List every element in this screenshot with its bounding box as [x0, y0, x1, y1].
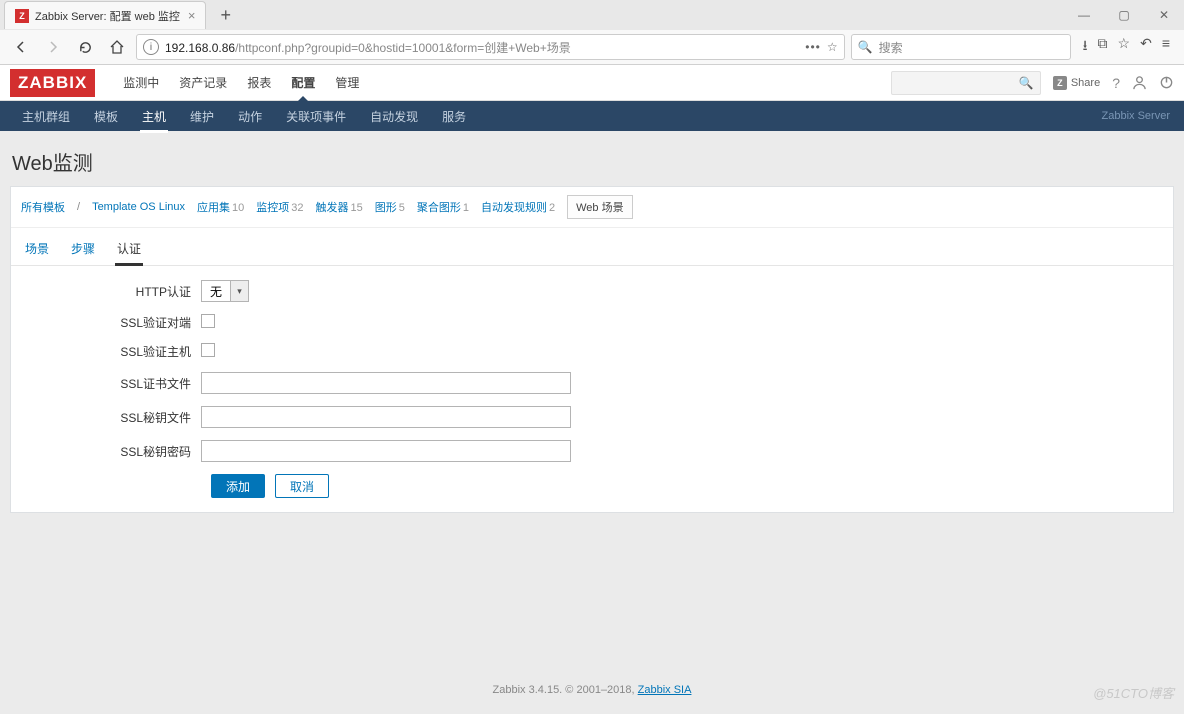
- sub-nav-actions[interactable]: 动作: [226, 100, 274, 133]
- bookmark-star-icon[interactable]: ☆: [827, 40, 838, 54]
- top-menu-monitoring[interactable]: 监测中: [113, 64, 169, 101]
- bc-triggers[interactable]: 触发器: [316, 202, 349, 214]
- back-button[interactable]: [8, 34, 34, 60]
- home-icon: [109, 39, 125, 55]
- footer: Zabbix 3.4.15. © 2001–2018, Zabbix SIA: [0, 684, 1184, 696]
- ssl-key-file-label: SSL秘钥文件: [23, 409, 201, 426]
- top-menu: 监测中 资产记录 报表 配置 管理: [113, 64, 369, 101]
- bookmark-toolbar-icon[interactable]: ☆: [1118, 35, 1131, 59]
- url-text: 192.168.0.86/httpconf.php?groupid=0&host…: [165, 39, 799, 56]
- search-placeholder: 搜索: [879, 39, 903, 56]
- tab-close-icon[interactable]: ×: [188, 8, 196, 23]
- browser-nav-bar: i 192.168.0.86/httpconf.php?groupid=0&ho…: [0, 30, 1184, 64]
- browser-chrome: Z Zabbix Server: 配置 web 监控 × + — ▢ ✕ i 1…: [0, 0, 1184, 65]
- breadcrumb-root[interactable]: 所有模板: [21, 199, 65, 215]
- browser-toolbar: ⭳ ⧉ ☆ ↶ ≡: [1077, 35, 1176, 59]
- http-auth-select[interactable]: 无 ▾: [201, 280, 249, 302]
- reload-icon: [78, 40, 93, 55]
- browser-search-input[interactable]: 🔍 搜索: [851, 34, 1071, 60]
- top-menu-reports[interactable]: 报表: [237, 64, 281, 101]
- url-bar[interactable]: i 192.168.0.86/httpconf.php?groupid=0&ho…: [136, 34, 845, 60]
- forward-button[interactable]: [40, 34, 66, 60]
- cancel-button[interactable]: 取消: [275, 474, 329, 498]
- form-tabs: 场景 步骤 认证: [11, 228, 1173, 266]
- sub-nav-maintenance[interactable]: 维护: [178, 100, 226, 133]
- ssl-key-password-input[interactable]: [201, 440, 571, 462]
- ssl-verify-host-label: SSL验证主机: [23, 343, 201, 360]
- share-link[interactable]: Z Share: [1053, 76, 1100, 90]
- bc-discovery-rules[interactable]: 自动发现规则: [481, 202, 547, 214]
- header-right: 🔍 Z Share ?: [891, 71, 1174, 95]
- search-icon: 🔍: [1019, 76, 1034, 90]
- arrow-right-icon: [45, 39, 61, 55]
- tab-steps[interactable]: 步骤: [69, 236, 97, 265]
- breadcrumb-bar: 所有模板 / Template OS Linux 应用集10 监控项32 触发器…: [11, 187, 1173, 228]
- sub-nav-hostgroups[interactable]: 主机群组: [10, 100, 82, 133]
- zabbix-search-input[interactable]: 🔍: [891, 71, 1041, 95]
- arrow-left-icon: [13, 39, 29, 55]
- home-button[interactable]: [104, 34, 130, 60]
- window-minimize-button[interactable]: —: [1064, 1, 1104, 29]
- help-icon[interactable]: ?: [1112, 75, 1120, 91]
- bc-web-scenarios[interactable]: Web 场景: [567, 195, 632, 219]
- browser-tab-title: Zabbix Server: 配置 web 监控: [35, 8, 180, 24]
- undo-icon[interactable]: ↶: [1140, 35, 1152, 59]
- sub-nav-services[interactable]: 服务: [430, 100, 478, 133]
- sub-nav-templates[interactable]: 模板: [82, 100, 130, 133]
- bc-applications[interactable]: 应用集: [197, 202, 230, 214]
- favicon-icon: Z: [15, 9, 29, 23]
- ssl-verify-peer-label: SSL验证对端: [23, 314, 201, 331]
- window-maximize-button[interactable]: ▢: [1104, 1, 1144, 29]
- sub-nav-server-label: Zabbix Server: [1102, 110, 1174, 122]
- breadcrumb-sep: /: [77, 201, 80, 213]
- z-badge-icon: Z: [1053, 76, 1067, 90]
- downloads-icon[interactable]: ⭳: [1083, 35, 1088, 59]
- footer-link[interactable]: Zabbix SIA: [638, 684, 692, 696]
- window-controls: — ▢ ✕: [1064, 1, 1184, 29]
- top-menu-configuration[interactable]: 配置: [281, 64, 325, 101]
- submit-button[interactable]: 添加: [211, 474, 265, 498]
- tab-authentication[interactable]: 认证: [115, 236, 143, 265]
- page-title: Web监测: [10, 141, 1174, 186]
- watermark: @51CTO博客: [1093, 683, 1174, 702]
- reload-button[interactable]: [72, 34, 98, 60]
- zabbix-logo[interactable]: ZABBIX: [10, 69, 95, 97]
- info-icon[interactable]: i: [143, 39, 159, 55]
- menu-icon[interactable]: ≡: [1162, 35, 1170, 59]
- sub-nav: 主机群组 模板 主机 维护 动作 关联项事件 自动发现 服务 Zabbix Se…: [0, 101, 1184, 131]
- form-buttons: 添加 取消: [23, 474, 1161, 498]
- browser-tab[interactable]: Z Zabbix Server: 配置 web 监控 ×: [4, 1, 206, 29]
- sub-nav-discovery[interactable]: 自动发现: [358, 100, 430, 133]
- top-menu-administration[interactable]: 管理: [325, 64, 369, 101]
- search-icon: 🔍: [858, 40, 873, 54]
- ssl-key-file-input[interactable]: [201, 406, 571, 428]
- ssl-cert-file-label: SSL证书文件: [23, 375, 201, 392]
- chevron-down-icon: ▾: [230, 281, 248, 301]
- ssl-key-password-label: SSL秘钥密码: [23, 443, 201, 460]
- http-auth-label: HTTP认证: [23, 283, 201, 300]
- sub-nav-correlation[interactable]: 关联项事件: [274, 100, 358, 133]
- ssl-verify-host-checkbox[interactable]: [201, 343, 215, 357]
- top-menu-inventory[interactable]: 资产记录: [169, 64, 237, 101]
- browser-tab-bar: Z Zabbix Server: 配置 web 监控 × + — ▢ ✕: [0, 0, 1184, 30]
- user-icon[interactable]: [1132, 75, 1147, 90]
- sub-nav-hosts[interactable]: 主机: [130, 100, 178, 133]
- form-area: HTTP认证 无 ▾ SSL验证对端 SSL验证主机 SSL证书文件: [11, 266, 1173, 512]
- ssl-cert-file-input[interactable]: [201, 372, 571, 394]
- new-tab-button[interactable]: +: [214, 5, 237, 26]
- addon-icon[interactable]: ⧉: [1098, 35, 1108, 59]
- zabbix-header: ZABBIX 监测中 资产记录 报表 配置 管理 🔍 Z Share ?: [0, 65, 1184, 101]
- bc-items[interactable]: 监控项: [256, 202, 289, 214]
- tab-scenario[interactable]: 场景: [23, 236, 51, 265]
- http-auth-value: 无: [202, 283, 230, 300]
- page-body: Web监测 所有模板 / Template OS Linux 应用集10 监控项…: [0, 131, 1184, 523]
- content-card: 所有模板 / Template OS Linux 应用集10 监控项32 触发器…: [10, 186, 1174, 513]
- ssl-verify-peer-checkbox[interactable]: [201, 314, 215, 328]
- bc-screens[interactable]: 聚合图形: [417, 202, 461, 214]
- breadcrumb-template[interactable]: Template OS Linux: [92, 201, 185, 213]
- page-actions-icon[interactable]: •••: [805, 40, 821, 54]
- bc-graphs[interactable]: 图形: [375, 202, 397, 214]
- window-close-button[interactable]: ✕: [1144, 1, 1184, 29]
- power-icon[interactable]: [1159, 75, 1174, 90]
